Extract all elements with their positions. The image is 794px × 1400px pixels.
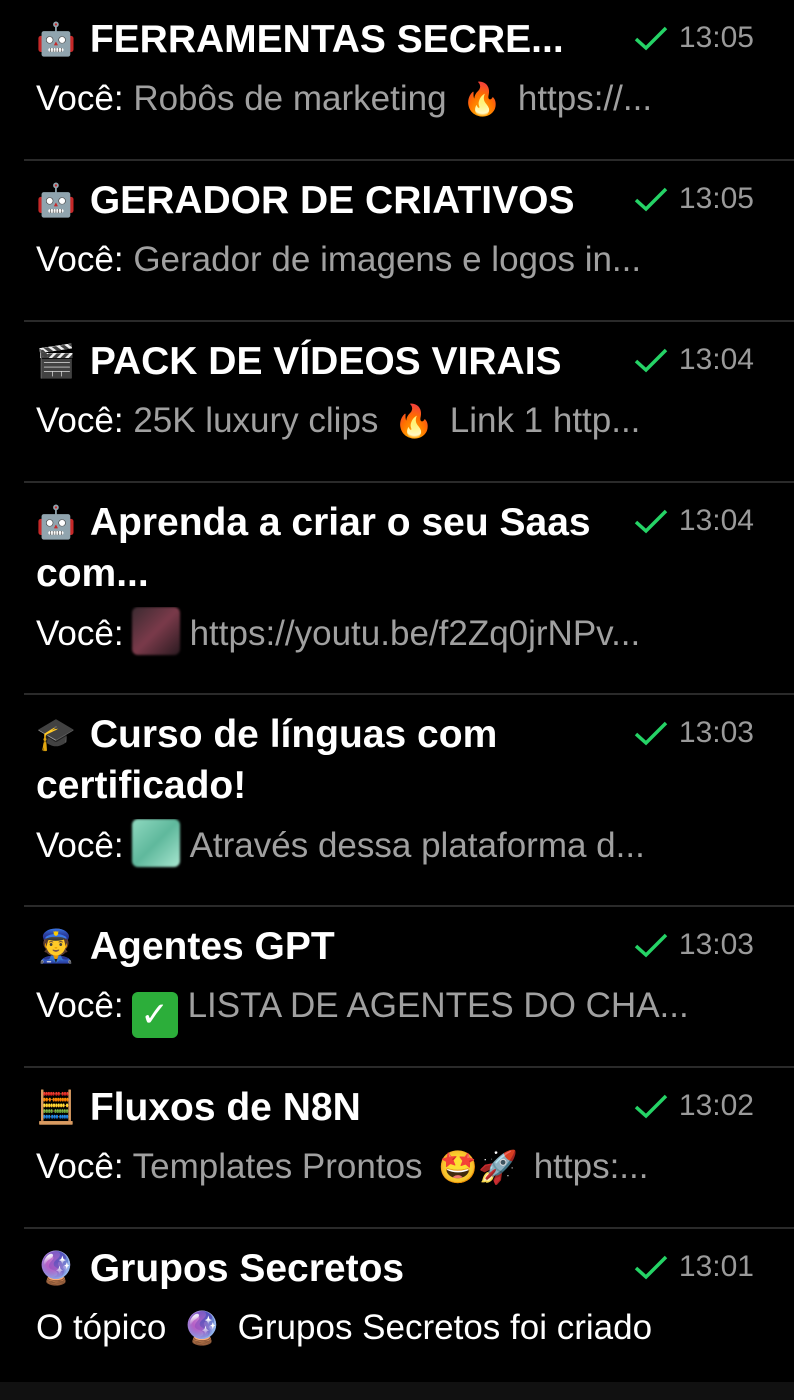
chat-time: 13:01 <box>678 1250 754 1283</box>
image-thumbnail <box>131 819 180 867</box>
sent-check-icon <box>634 187 668 212</box>
chat-preview: Você: ✓ LISTA DE AGENTES DO CHA... <box>36 980 756 1038</box>
chat-title: 🎓 Curso de línguas com certificado! <box>36 709 596 811</box>
chat-preview: Você: 25K luxury clips 🔥 Link 1 http... <box>36 395 756 447</box>
chat-time: 13:04 <box>678 504 754 537</box>
chat-title: 🔮 Grupos Secretos <box>36 1243 596 1294</box>
chat-item[interactable]: 🤖 GERADOR DE CRIATIVOS 13:05 Você: Gerado… <box>24 161 794 322</box>
fire-emoji-icon: 🔥 <box>394 403 434 439</box>
chat-preview: Você: Robôs de marketing 🔥 https://... <box>36 73 756 125</box>
chat-time: 13:05 <box>678 21 754 54</box>
sent-check-icon <box>634 933 668 958</box>
bottom-bar <box>0 1382 794 1400</box>
video-thumbnail <box>131 607 180 655</box>
chat-item[interactable]: 🔮 Grupos Secretos 13:01 O tópico 🔮 Grupos… <box>24 1229 794 1391</box>
robot-emoji-icon: 🤖 <box>36 504 76 540</box>
chat-item[interactable]: 👮 Agentes GPT 13:03 Você: ✓ LISTA DE AGENTE… <box>24 907 794 1068</box>
chat-title: 🤖 FERRAMENTAS SECRE... <box>36 14 596 65</box>
chat-item[interactable]: 🎓 Curso de línguas com certificado! 13:03… <box>24 695 794 907</box>
chat-preview: O tópico 🔮 Grupos Secretos foi criado <box>36 1302 756 1354</box>
chat-preview: Você: Através dessa plataforma d... <box>36 819 756 872</box>
chat-item[interactable]: 🎬 PACK DE VÍDEOS VIRAIS 13:04 Você: 25K l… <box>24 322 794 483</box>
chat-time: 13:02 <box>678 1089 754 1122</box>
chat-preview: Você: https://youtu.be/f2Zq0jrNPv... <box>36 607 756 660</box>
chat-item[interactable]: 🤖 Aprenda a criar o seu Saas com... 13:04… <box>24 483 794 695</box>
chat-list: 🤖 FERRAMENTAS SECRE... 13:05 Você: Robôs … <box>0 0 794 1391</box>
chat-title: 👮 Agentes GPT <box>36 921 596 972</box>
star-struck-rocket-emoji-icon: 🤩🚀 <box>438 1149 518 1185</box>
robot-emoji-icon: 🤖 <box>36 21 76 57</box>
chat-time: 13:03 <box>678 928 754 961</box>
chat-title: 🧮 Fluxos de N8N <box>36 1082 596 1133</box>
chat-preview: Você: Templates Prontos 🤩🚀 https:... <box>36 1141 756 1193</box>
sent-check-icon <box>634 721 668 746</box>
chat-time: 13:04 <box>678 343 754 376</box>
check-mark-button-icon: ✓ <box>131 992 178 1038</box>
chat-time: 13:05 <box>678 182 754 215</box>
graduation-cap-icon: 🎓 <box>36 716 76 752</box>
chat-title: 🤖 Aprenda a criar o seu Saas com... <box>36 497 596 599</box>
chat-title: 🤖 GERADOR DE CRIATIVOS <box>36 175 596 226</box>
abacus-icon: 🧮 <box>36 1089 76 1125</box>
police-officer-icon: 👮 <box>36 928 76 964</box>
sent-check-icon <box>634 1094 668 1119</box>
crystal-ball-icon: 🔮 <box>36 1250 76 1286</box>
fire-emoji-icon: 🔥 <box>462 81 503 117</box>
clapper-board-icon: 🎬 <box>36 343 76 379</box>
sent-check-icon <box>634 26 668 51</box>
chat-item[interactable]: 🤖 FERRAMENTAS SECRE... 13:05 Você: Robôs … <box>24 0 794 161</box>
chat-time: 13:03 <box>678 716 754 749</box>
sent-check-icon <box>634 1255 668 1280</box>
chat-title: 🎬 PACK DE VÍDEOS VIRAIS <box>36 336 596 387</box>
crystal-ball-icon: 🔮 <box>182 1310 222 1346</box>
sent-check-icon <box>634 348 668 373</box>
chat-preview: Você: Gerador de imagens e logos in... <box>36 240 642 279</box>
chat-item[interactable]: 🧮 Fluxos de N8N 13:02 Você: Templates Pro… <box>24 1068 794 1229</box>
sent-check-icon <box>634 509 668 534</box>
robot-emoji-icon: 🤖 <box>36 182 76 218</box>
